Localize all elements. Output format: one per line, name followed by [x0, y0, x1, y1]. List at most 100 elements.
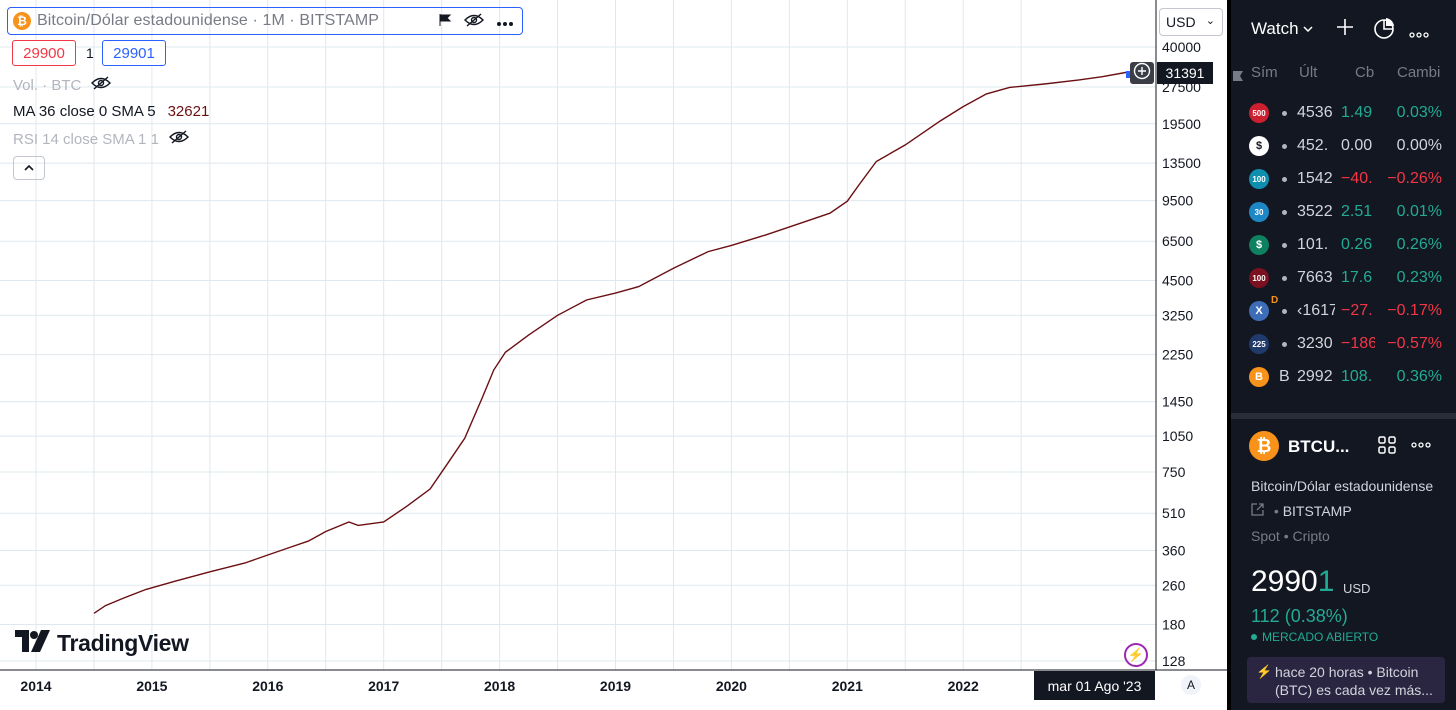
watchlist-row[interactable]: 225 3230 −186 −0.57%	[1231, 328, 1456, 361]
detail-price-currency: USD	[1343, 581, 1371, 596]
symbol-logo-icon: $	[1249, 136, 1269, 156]
chart-panel[interactable]: 40000 27500 19500 13500 9500 6500 4500 3250 2250…	[0, 0, 1228, 710]
chevron-up-icon	[23, 161, 35, 175]
column-last[interactable]: Últ	[1299, 64, 1317, 81]
row-last-price: 101.	[1297, 236, 1329, 253]
currency-value: USD	[1166, 14, 1196, 30]
spread-value: 1	[86, 45, 94, 61]
watchlist-title[interactable]: Watch	[1251, 19, 1299, 39]
price-tick-label: 3250	[1162, 307, 1193, 323]
watchlist-row[interactable]: $101. 0.26 0.26%	[1231, 229, 1456, 262]
news-headline-text: hace 20 horas • Bitcoin (BTC) es cada ve…	[1275, 664, 1433, 698]
series-line-ma36	[93, 68, 1149, 614]
watchlist-row[interactable]: $452. 0.00 0.00%	[1231, 130, 1456, 163]
time-axis: 2014 2015 2016 2017 2018 2019 2020 2021 2022	[20, 678, 979, 694]
more-icon[interactable]	[496, 14, 514, 30]
watchlist-row[interactable]: 100 1542 −40. −0.26%	[1231, 163, 1456, 196]
price-axis: 4000027500195001350095006500450032502250…	[1162, 39, 1201, 669]
indicator-ma-value: 32621	[167, 103, 210, 120]
row-status-dot	[1282, 210, 1287, 215]
price-tick-label: 40000	[1162, 39, 1201, 55]
add-symbol-icon[interactable]	[1335, 17, 1355, 43]
lightning-icon: ⚡	[1256, 664, 1273, 679]
column-change-pct[interactable]: Cambi	[1397, 64, 1440, 81]
add-plus-button[interactable]	[1130, 62, 1154, 84]
indicator-volume[interactable]: Vol. · BTC	[13, 76, 112, 94]
watchlist-row[interactable]: X D ‹1617 −27. −0.17%	[1231, 295, 1456, 328]
detail-type: Spot • Cripto	[1251, 528, 1330, 544]
indicator-rsi[interactable]: RSI 14 close SMA 1 1	[13, 130, 189, 148]
tradingview-logo[interactable]: TradingView	[15, 630, 189, 657]
buy-price-button[interactable]: 29901	[102, 40, 166, 66]
sell-price-button[interactable]: 29900	[12, 40, 76, 66]
tradingview-wordmark: TradingView	[57, 630, 189, 656]
bitcoin-icon: ₿	[13, 12, 31, 30]
symbol-logo-icon: 500	[1249, 103, 1269, 123]
lightning-icon[interactable]: ⚡	[1124, 643, 1148, 667]
auto-scale-button[interactable]: A	[1181, 675, 1201, 695]
row-change-pct: 0.01%	[1396, 203, 1442, 220]
watchlist-row[interactable]: B B 2992 108. 0.36%	[1231, 361, 1456, 394]
detail-symbol[interactable]: BTCU...	[1288, 437, 1349, 457]
indicator-ma[interactable]: MA 36 close 0 SMA 5 32621	[13, 103, 209, 120]
watchlist-row[interactable]: 500 4536 1.49 0.03%	[1231, 97, 1456, 130]
more-icon[interactable]	[1409, 21, 1429, 44]
row-change: 0.26	[1341, 236, 1373, 253]
chevron-down-icon[interactable]	[1303, 24, 1313, 35]
market-open-dot	[1251, 634, 1257, 640]
price-tick-label: 4500	[1162, 273, 1193, 289]
time-tick-label: 2022	[948, 678, 979, 694]
time-tick-label: 2015	[136, 678, 167, 694]
symbol-logo-icon: 100	[1249, 268, 1269, 288]
watchlist-column-headers: Sím Últ Cb Cambi	[1231, 58, 1456, 88]
delayed-flag: D	[1271, 295, 1279, 306]
legend-title: Bitcoin/Dólar estadounidense · 1M · BITS…	[37, 12, 380, 29]
symbol-logo-icon: 225	[1249, 334, 1269, 354]
detail-exchange[interactable]: • BITSTAMP	[1251, 503, 1352, 519]
row-last-price: 4536	[1297, 104, 1333, 121]
flag-icon[interactable]	[438, 13, 452, 30]
column-change[interactable]: Cb	[1355, 64, 1374, 81]
crosshair-time-label: mar 01 Ago '23	[1034, 671, 1155, 700]
external-link-icon[interactable]	[1251, 503, 1268, 519]
row-change-pct: 0.26%	[1396, 236, 1442, 253]
row-status-dot	[1282, 144, 1287, 149]
currency-select[interactable]: USD ⌄	[1159, 8, 1223, 36]
eye-hidden-icon[interactable]	[91, 76, 112, 94]
detail-price: 29901	[1251, 565, 1334, 599]
watchlist-row[interactable]: 100 7663 17.6 0.23%	[1231, 262, 1456, 295]
symbol-logo-icon: 100	[1249, 169, 1269, 189]
eye-hidden-icon[interactable]	[464, 13, 484, 30]
price-tick-label: 9500	[1162, 193, 1193, 209]
watchlist-row[interactable]: 30 3522 2.51 0.01%	[1231, 196, 1456, 229]
detail-description: Bitcoin/Dólar estadounidense	[1251, 478, 1434, 494]
price-tick-label: 1050	[1162, 428, 1193, 444]
news-headline-card[interactable]: ⚡ hace 20 horas • Bitcoin (BTC) es cada …	[1247, 657, 1445, 703]
watchlist-header: Watch	[1231, 0, 1456, 58]
column-symbol[interactable]: Sím	[1251, 64, 1278, 81]
detail-price-main: 2990	[1251, 565, 1318, 598]
symbol-logo-icon: X	[1249, 301, 1269, 321]
collapse-legend-button[interactable]	[13, 156, 45, 180]
symbol-logo-icon: 30	[1249, 202, 1269, 222]
detail-price-tail: 1	[1317, 565, 1335, 598]
row-change: 1.49	[1341, 104, 1373, 121]
pie-chart-icon[interactable]	[1373, 17, 1395, 45]
symbol-legend[interactable]: ₿ Bitcoin/Dólar estadounidense · 1M · BI…	[7, 7, 523, 35]
symbol-logo-icon: B	[1249, 367, 1269, 387]
row-symbol: B	[1279, 368, 1290, 385]
right-sidebar: Watch Sím Últ Cb Cambi 500 4536 1.49 0.03% $…	[1231, 0, 1456, 710]
time-tick-label: 2016	[252, 678, 283, 694]
time-tick-label: 2014	[20, 678, 51, 694]
grid-icon[interactable]	[1377, 435, 1397, 461]
price-tick-label: 13500	[1162, 155, 1201, 171]
eye-hidden-icon[interactable]	[168, 130, 189, 148]
time-tick-label: 2017	[368, 678, 399, 694]
price-tick-label: 750	[1162, 464, 1186, 480]
exchange-separator: •	[1273, 503, 1283, 519]
row-status-dot	[1282, 111, 1287, 116]
more-icon[interactable]	[1411, 435, 1431, 460]
symbol-details: ₿ BTCU... Bitcoin/Dólar estadounidense •…	[1231, 419, 1456, 710]
chevron-down-icon: ⌄	[1205, 15, 1215, 27]
row-last-price: 2992	[1297, 368, 1333, 385]
